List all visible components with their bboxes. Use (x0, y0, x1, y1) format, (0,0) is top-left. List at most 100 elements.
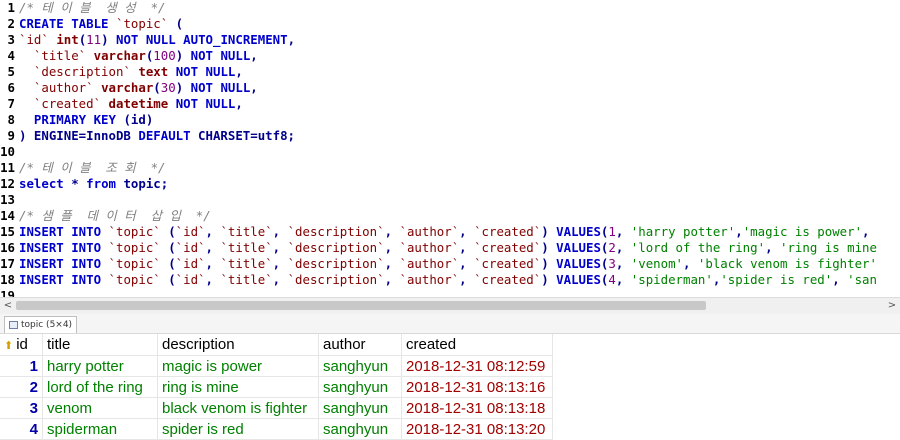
table-row[interactable]: 4 spiderman spider is red sanghyun 2018-12-3… (0, 418, 553, 440)
code-line[interactable]: 19 (0, 288, 19, 297)
cell-description[interactable]: ring is mine (157, 376, 319, 398)
code-line[interactable]: 11 /* 테 이 블 조 회 */ (0, 160, 165, 176)
code-line[interactable]: 2 CREATE TABLE `topic` ( (0, 16, 184, 32)
code-token: `title` (220, 240, 273, 255)
cell-created[interactable]: 2018-12-31 08:12:59 (401, 355, 553, 377)
code-line[interactable]: 8 PRIMARY KEY (id) (0, 112, 154, 128)
code-token: `title` (220, 272, 273, 287)
code-line[interactable]: 16 INSERT INTO `topic` (`id`, `title`, `d… (0, 240, 877, 256)
code-line[interactable]: 9) ENGINE=InnoDB DEFAULT CHARSET=utf8; (0, 128, 295, 144)
table-icon (9, 321, 18, 329)
code-token: `description` (287, 224, 385, 239)
code-token: `author` (399, 256, 460, 271)
table-row[interactable]: 1 harry potter magic is power sanghyun 2018-… (0, 355, 553, 377)
code-token: , (205, 272, 221, 287)
column-header-created[interactable]: created (401, 334, 553, 356)
cell-author[interactable]: sanghyun (318, 355, 402, 377)
code-token: ) (541, 240, 557, 255)
cell-title[interactable]: harry potter (42, 355, 158, 377)
code-line[interactable]: 3 `id` int(11) NOT NULL AUTO_INCREMENT, (0, 32, 296, 48)
table-row[interactable]: 2 lord of the ring ring is mine sanghyun 201… (0, 376, 553, 398)
cell-title[interactable]: lord of the ring (42, 376, 158, 398)
code-token: `topic` (108, 224, 161, 239)
code-line[interactable]: 10 (0, 144, 19, 160)
line-number: 4 (7, 48, 15, 63)
code-token: `id` (175, 272, 206, 287)
cell-created[interactable]: 2018-12-31 08:13:18 (401, 397, 553, 419)
column-header-title[interactable]: title (42, 334, 158, 356)
code-token: `topic` (108, 256, 161, 271)
code-token: ) (541, 224, 557, 239)
column-header-description[interactable]: description (157, 334, 319, 356)
code-line[interactable]: 12 select * from topic; (0, 176, 168, 192)
cell-created[interactable]: 2018-12-31 08:13:20 (401, 418, 553, 440)
cell-author[interactable]: sanghyun (318, 376, 402, 398)
code-token: from (86, 176, 116, 191)
line-number: 2 (7, 16, 15, 31)
code-token: VALUES (556, 272, 601, 287)
cell-id[interactable]: 1 (0, 355, 43, 377)
code-token: `id` (175, 256, 206, 271)
column-header-author[interactable]: author (318, 334, 402, 356)
line-number: 18 (0, 272, 15, 287)
scroll-right-icon[interactable]: > (885, 299, 899, 313)
code-token: , (459, 240, 475, 255)
cell-title[interactable]: spiderman (42, 418, 158, 440)
cell-description[interactable]: spider is red (157, 418, 319, 440)
line-number: 11 (0, 160, 15, 175)
code-line[interactable]: 7 `created` datetime NOT NULL, (0, 96, 243, 112)
cell-description[interactable]: magic is power (157, 355, 319, 377)
cell-id[interactable]: 4 (0, 418, 43, 440)
code-token: NOT NULL (190, 48, 251, 63)
code-token: NOT NULL (175, 64, 236, 79)
scroll-thumb[interactable] (16, 301, 706, 310)
code-token: , (384, 256, 400, 271)
code-token: , (384, 272, 400, 287)
line-number: 16 (0, 240, 15, 255)
code-line[interactable]: 1 /* 테 이 블 생 성 */ (0, 0, 166, 16)
column-header-id[interactable]: ⬆ id (0, 334, 43, 356)
code-token: `title` (33, 48, 87, 63)
cell-id[interactable]: 3 (0, 397, 43, 419)
code-token: `author` (399, 224, 460, 239)
code-line[interactable]: 4 `title` varchar(100) NOT NULL, (0, 48, 258, 64)
cell-author[interactable]: sanghyun (318, 418, 402, 440)
code-line[interactable]: 15 INSERT INTO `topic` (`id`, `title`, `d… (0, 224, 877, 240)
code-line[interactable]: 14 /* 샘 플 데 이 터 삽 입 */ (0, 208, 211, 224)
code-token: ( (160, 224, 176, 239)
code-token: , (615, 240, 631, 255)
code-line[interactable]: 17 INSERT INTO `topic` (`id`, `title`, `d… (0, 256, 877, 272)
cell-title[interactable]: venom (42, 397, 158, 419)
cell-author[interactable]: sanghyun (318, 397, 402, 419)
result-tab-topic[interactable]: topic (5×4) (4, 316, 78, 333)
sql-editor[interactable]: 1 /* 테 이 블 생 성 */ 2 CREATE TABLE `topic` (3… (0, 0, 900, 297)
code-token: datetime (108, 96, 169, 111)
code-token: `description` (33, 64, 131, 79)
scroll-left-icon[interactable]: < (1, 299, 15, 313)
code-token: , (615, 272, 631, 287)
code-token: , (459, 224, 475, 239)
code-token: 'venom' (630, 256, 683, 271)
code-token: ) (541, 256, 557, 271)
code-line[interactable]: 13 (0, 192, 19, 208)
code-token: `author` (399, 272, 460, 287)
code-token: DEFAULT (138, 128, 191, 143)
result-grid[interactable]: ⬆ id title description author created 1 ha… (0, 334, 553, 440)
cell-id[interactable]: 2 (0, 376, 43, 398)
code-line[interactable]: 5 `description` text NOT NULL, (0, 64, 243, 80)
cell-description[interactable]: black venom is fighter (157, 397, 319, 419)
line-number: 12 (0, 176, 15, 191)
cell-created[interactable]: 2018-12-31 08:13:16 (401, 376, 553, 398)
table-row[interactable]: 3 venom black venom is fighter sanghyun 2018… (0, 397, 553, 419)
horizontal-scrollbar[interactable]: < > (0, 297, 900, 314)
code-line[interactable]: 6 `author` varchar(30) NOT NULL, (0, 80, 258, 96)
code-line[interactable]: 18 INSERT INTO `topic` (`id`, `title`, `d… (0, 272, 877, 288)
code-token: `topic` (108, 272, 161, 287)
code-token: , (735, 224, 743, 239)
